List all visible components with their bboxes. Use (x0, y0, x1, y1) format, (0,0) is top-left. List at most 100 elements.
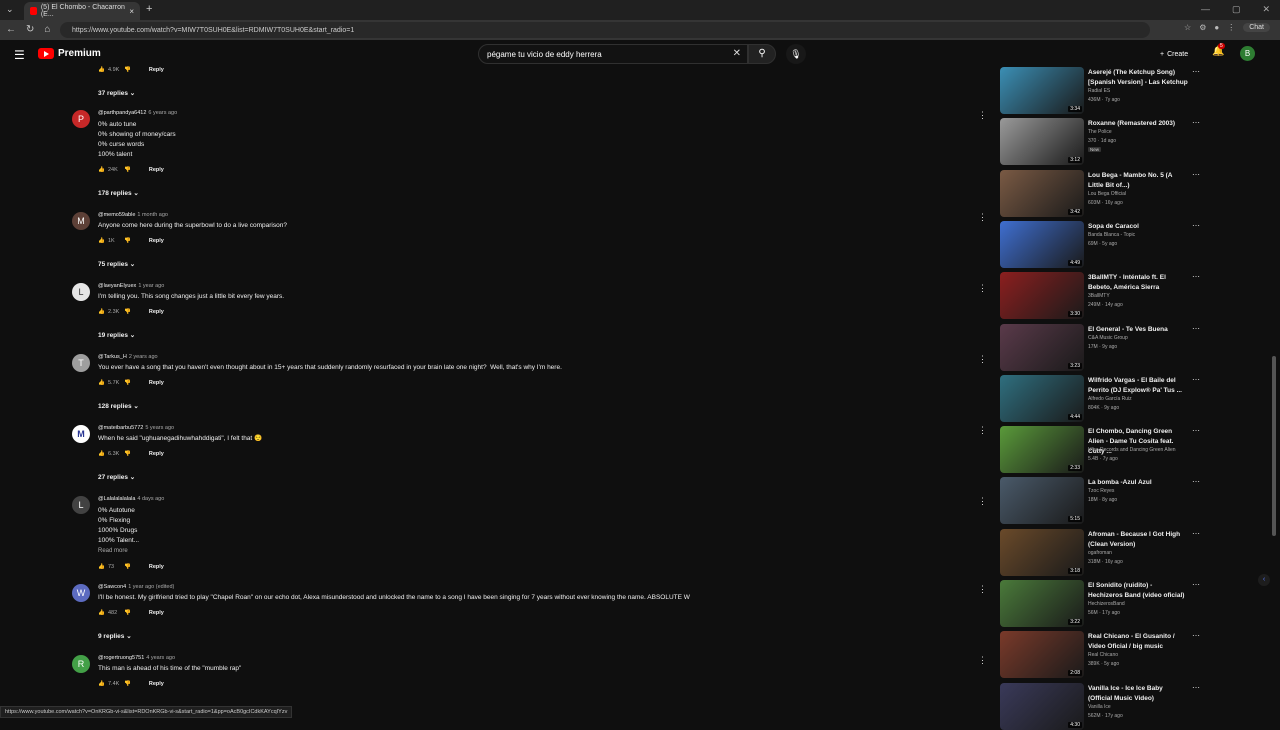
dislike-icon[interactable]: 👎 (124, 610, 131, 616)
comment-menu-icon[interactable]: ⋮ (978, 425, 987, 436)
avatar[interactable]: L (72, 496, 90, 514)
close-tab-icon[interactable]: × (129, 7, 134, 16)
scrollbar-thumb[interactable] (1272, 356, 1276, 536)
related-video-item[interactable]: 2:33 El Chombo, Dancing Green Alien - Dam… (1000, 423, 1210, 474)
video-thumbnail[interactable]: 3:23 (1000, 323, 1084, 371)
video-thumbnail[interactable]: 3:12 (1000, 118, 1084, 166)
video-title[interactable]: Sopa de Caracol (1088, 222, 1188, 232)
profile-icon[interactable]: ● (1214, 23, 1219, 32)
chat-button[interactable]: Chat (1243, 23, 1270, 32)
related-video-item[interactable]: 3:18 Afroman - Because I Got High (Clean … (1000, 526, 1210, 576)
video-channel[interactable]: HechizerosBand (1088, 601, 1125, 607)
video-channel[interactable]: 3BallMTY (1088, 293, 1110, 299)
video-title[interactable]: Afroman - Because I Got High (Clean Vers… (1088, 530, 1188, 550)
video-menu-icon[interactable]: ⋯ (1192, 529, 1200, 538)
video-channel[interactable]: The Police (1088, 129, 1112, 135)
video-channel[interactable]: Banda Blanca - Topic (1088, 232, 1135, 238)
avatar[interactable]: M (72, 212, 90, 230)
minimize-icon[interactable]: — (1201, 4, 1210, 15)
notifications-button[interactable]: 🔔 5 (1212, 43, 1225, 57)
extension-icon[interactable]: ⚙ (1199, 23, 1206, 32)
video-channel[interactable]: Lou Bega Official (1088, 191, 1126, 197)
video-menu-icon[interactable]: ⋯ (1192, 426, 1200, 435)
dislike-icon[interactable]: 👎 (124, 167, 131, 173)
avatar[interactable]: T (72, 354, 90, 372)
video-title[interactable]: La bomba -Azul Azul (1088, 478, 1188, 488)
related-video-item[interactable]: 3:22 El Sonidito (ruidito) - Hechizeros B… (1000, 577, 1210, 627)
video-title[interactable]: Wilfrido Vargas - El Baile del Perrito (… (1088, 376, 1188, 396)
dislike-icon[interactable]: 👎 (124, 380, 131, 386)
video-title[interactable]: Real Chicano - El Gusanito / Video Ofici… (1088, 632, 1188, 652)
reply-button[interactable]: Reply (149, 167, 164, 173)
video-thumbnail[interactable]: 5:15 (1000, 477, 1084, 525)
reply-button[interactable]: Reply (149, 380, 164, 386)
video-thumbnail[interactable]: 4:44 (1000, 374, 1084, 422)
related-video-item[interactable]: 3:42 Lou Bega - Mambo No. 5 (A Little Bit… (1000, 167, 1210, 217)
url-field[interactable]: https://www.youtube.com/watch?v=MIW7T0SU… (60, 22, 1150, 38)
avatar[interactable]: M (72, 425, 90, 443)
avatar[interactable]: P (72, 110, 90, 128)
search-button[interactable]: ⚲ (748, 44, 776, 64)
like-icon[interactable]: 👍 (98, 238, 105, 244)
search-input[interactable]: pégame tu vicio de eddy herrera ✕ (478, 44, 748, 64)
dislike-icon[interactable]: 👎 (124, 451, 131, 457)
related-video-item[interactable]: 4:44 Wilfrido Vargas - El Baile del Perri… (1000, 372, 1210, 422)
avatar[interactable]: W (72, 584, 90, 602)
comment-menu-icon[interactable]: ⋮ (978, 212, 987, 223)
related-video-item[interactable]: 5:15 La bomba -Azul Azul Tzoc Reyes 18M · 8… (1000, 474, 1210, 525)
menu-icon[interactable]: ⋮ (1227, 23, 1235, 32)
comment-menu-icon[interactable]: ⋮ (978, 655, 987, 666)
home-icon[interactable]: ⌂ (44, 24, 50, 35)
video-menu-icon[interactable]: ⋯ (1192, 375, 1200, 384)
video-thumbnail[interactable]: 3:30 (1000, 272, 1084, 320)
hamburger-menu-icon[interactable]: ☰ (14, 48, 25, 62)
reload-icon[interactable]: ↻ (26, 24, 34, 35)
show-replies-button[interactable]: 178 replies ⌄ (98, 189, 139, 197)
account-avatar[interactable]: B (1240, 46, 1255, 61)
video-thumbnail[interactable]: 2:08 (1000, 631, 1084, 679)
show-replies-button[interactable]: 9 replies ⌄ (98, 632, 132, 640)
browser-tab-active[interactable]: (5) El Chombo - Chacarron (E... × (24, 2, 140, 20)
video-menu-icon[interactable]: ⋯ (1192, 272, 1200, 281)
like-icon[interactable]: 👍 (98, 564, 105, 570)
video-thumbnail[interactable]: 3:18 (1000, 528, 1084, 576)
like-icon[interactable]: 👍 (98, 451, 105, 457)
comment-menu-icon[interactable]: ⋮ (978, 283, 987, 294)
youtube-logo[interactable]: Premium (38, 48, 101, 59)
video-channel[interactable]: Ultra Records and Dancing Green Alien (1088, 447, 1176, 453)
create-button[interactable]: + Create (1160, 46, 1200, 62)
video-menu-icon[interactable]: ⋯ (1192, 324, 1200, 333)
dislike-icon[interactable]: 👎 (124, 67, 131, 73)
comment-menu-icon[interactable]: ⋮ (978, 584, 987, 595)
comment-author[interactable]: @mateibarbu5772 5 years ago (98, 425, 174, 431)
video-title[interactable]: Vanilla Ice - Ice Ice Baby (Official Mus… (1088, 684, 1188, 704)
maximize-icon[interactable]: ▢ (1232, 4, 1241, 15)
show-replies-button[interactable]: 37 replies ⌄ (98, 89, 135, 97)
related-video-item[interactable]: 3:34 Aserejé (The Ketchup Song) [Spanish … (1000, 64, 1210, 114)
clear-search-icon[interactable]: ✕ (733, 48, 741, 59)
show-replies-button[interactable]: 19 replies ⌄ (98, 331, 135, 339)
video-menu-icon[interactable]: ⋯ (1192, 67, 1200, 76)
video-menu-icon[interactable]: ⋯ (1192, 221, 1200, 230)
video-channel[interactable]: Alfredo García Ruiz (1088, 396, 1132, 402)
dislike-icon[interactable]: 👎 (124, 309, 131, 315)
comment-author[interactable]: @Tarkus_H 2 years ago (98, 354, 158, 360)
comment-author[interactable]: @laeyanElyuex 1 year ago (98, 283, 164, 289)
like-icon[interactable]: 👍 (98, 309, 105, 315)
video-title[interactable]: Aserejé (The Ketchup Song) [Spanish Vers… (1088, 68, 1188, 88)
comment-author[interactable]: @memo59able 1 month ago (98, 212, 168, 218)
related-video-item[interactable]: 4:49 Sopa de Caracol Banda Blanca - Topic 6… (1000, 218, 1210, 268)
video-menu-icon[interactable]: ⋯ (1192, 118, 1200, 127)
reply-button[interactable]: Reply (149, 238, 164, 244)
reply-button[interactable]: Reply (149, 451, 164, 457)
close-window-icon[interactable]: ✕ (1262, 4, 1270, 15)
reply-button[interactable]: Reply (149, 610, 164, 616)
video-thumbnail[interactable]: 2:33 (1000, 426, 1084, 474)
video-thumbnail[interactable]: 3:34 (1000, 67, 1084, 114)
video-channel[interactable]: Real Chicano (1088, 652, 1118, 658)
video-title[interactable]: Lou Bega - Mambo No. 5 (A Little Bit of.… (1088, 171, 1188, 191)
dislike-icon[interactable]: 👎 (124, 238, 131, 244)
video-thumbnail[interactable]: 4:49 (1000, 220, 1084, 268)
show-replies-button[interactable]: 128 replies ⌄ (98, 402, 139, 410)
comment-author[interactable]: @parthpandya6412 6 years ago (98, 110, 177, 116)
